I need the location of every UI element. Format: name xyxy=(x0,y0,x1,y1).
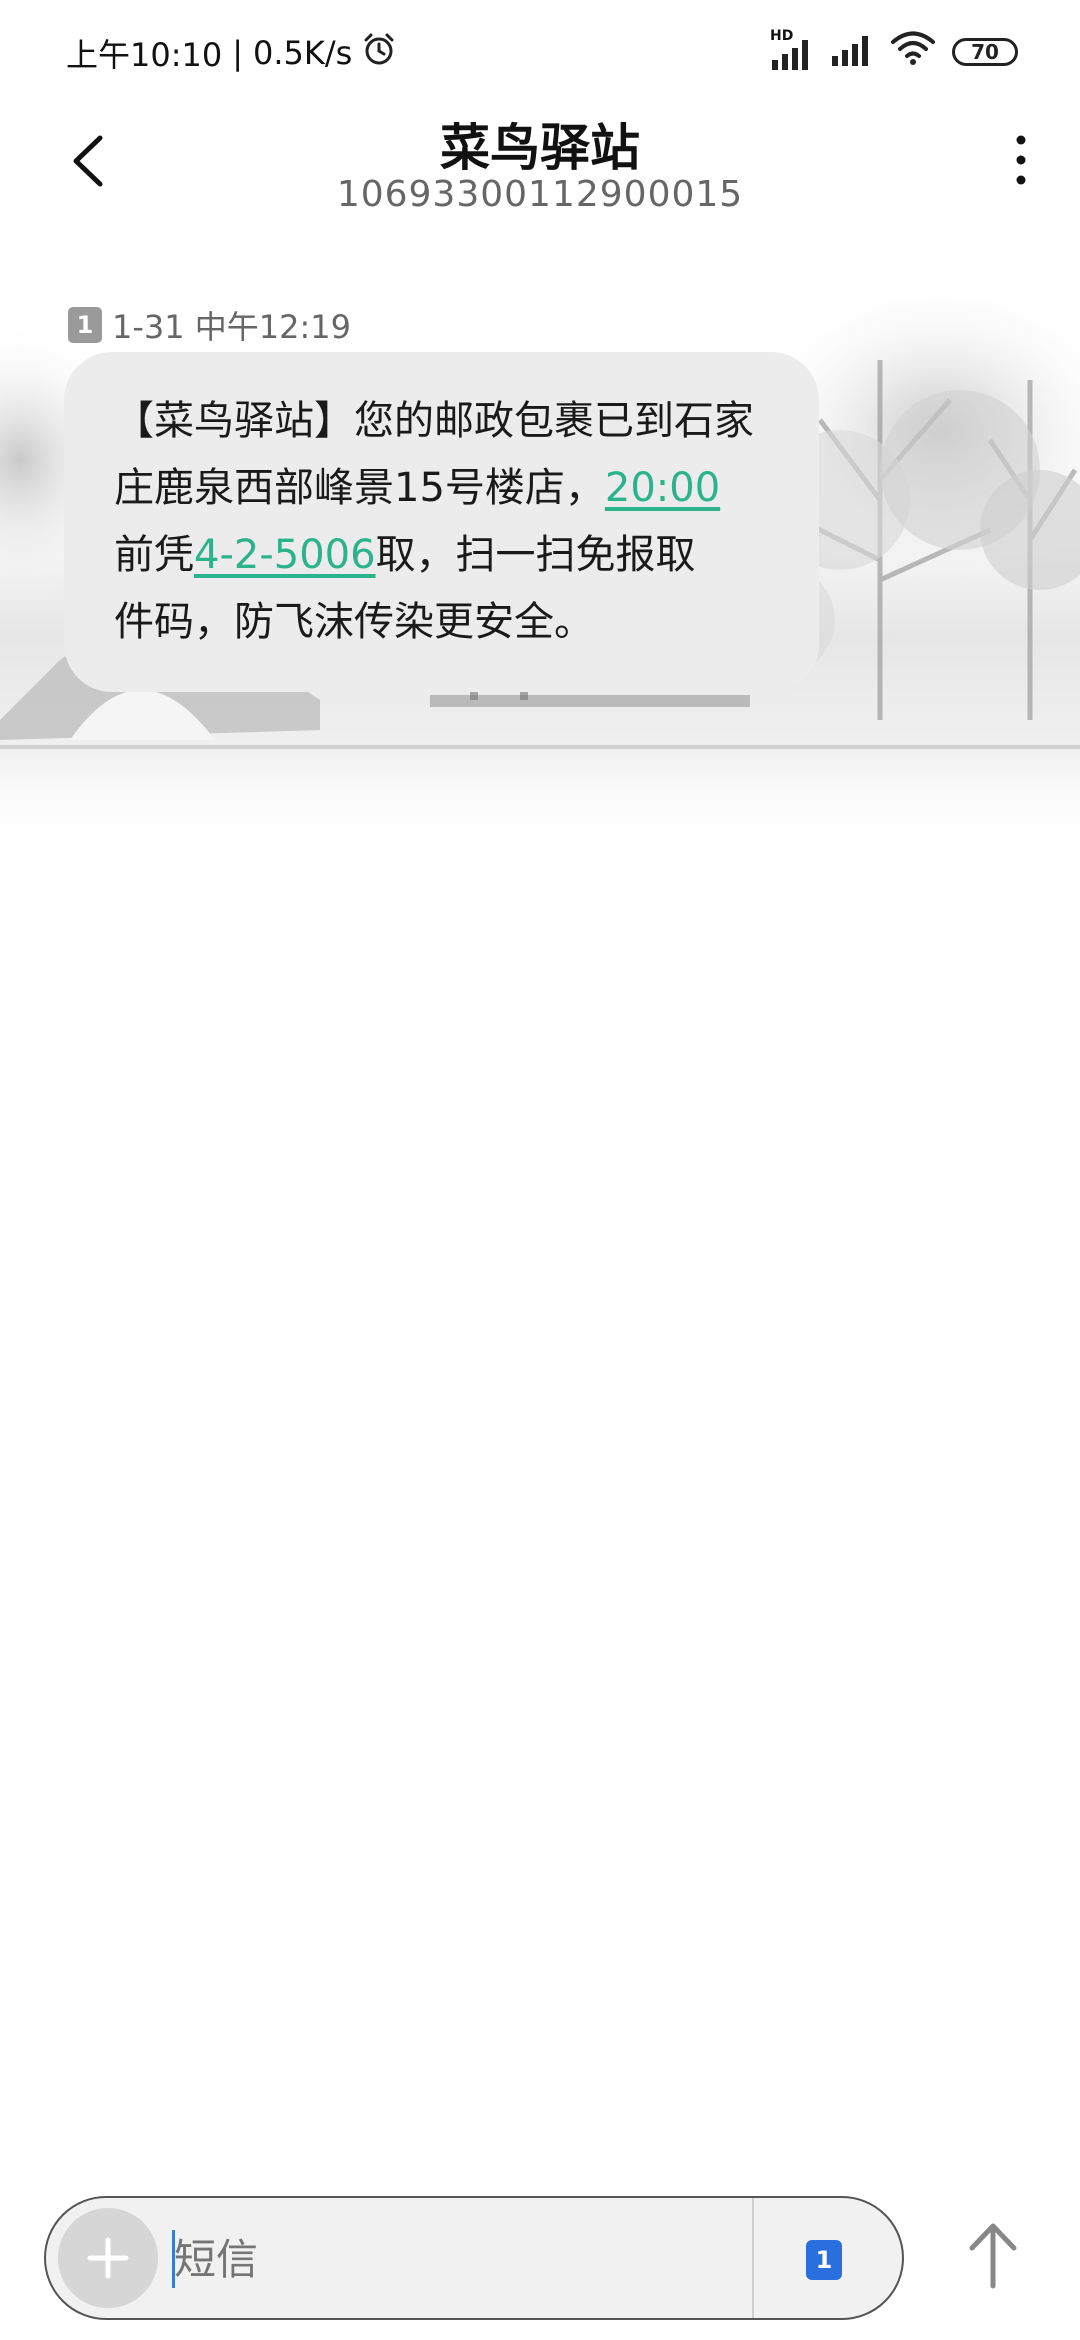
composer-divider xyxy=(752,2198,754,2318)
sim-card-badge: 1 xyxy=(68,307,102,343)
more-vertical-icon xyxy=(1016,135,1026,185)
message-meta: 1 1-31 中午12:19 xyxy=(68,302,351,348)
send-button[interactable] xyxy=(958,2216,1028,2296)
text-caret xyxy=(172,2230,175,2288)
message-line-3: 前凭4-2-5006取，扫一扫免报取 xyxy=(114,522,769,589)
add-attachment-button[interactable] xyxy=(58,2208,158,2308)
send-arrow-icon xyxy=(969,2223,1017,2289)
message-timestamp: 1-31 中午12:19 xyxy=(112,308,352,346)
plus-icon xyxy=(87,2237,129,2279)
sms-input[interactable] xyxy=(172,2218,696,2300)
time-link[interactable]: 20:00 xyxy=(605,465,720,511)
status-separator: | xyxy=(232,34,244,72)
status-time: 上午10:10 xyxy=(66,36,223,74)
sms-conversation-screen: 上午10:10 | 0.5K/s HD 70 菜鸟驿站 106933001129… xyxy=(0,0,1080,2340)
message-line-2-text: 庄鹿泉西部峰景15号楼店， xyxy=(114,465,605,511)
message-line-2: 庄鹿泉西部峰景15号楼店，20:00 xyxy=(114,455,769,522)
hd-signal-icon: HD xyxy=(770,28,814,72)
conversation-header: 菜鸟驿站 10693300112900015 xyxy=(0,100,1080,230)
status-bar: 上午10:10 | 0.5K/s HD 70 xyxy=(0,0,1080,100)
status-left: 上午10:10 | 0.5K/s xyxy=(66,30,396,76)
status-right: HD 70 xyxy=(770,28,1018,76)
more-options-button[interactable] xyxy=(1006,130,1036,190)
sim-select-button[interactable]: 1 xyxy=(806,2240,842,2280)
message-line-3-pre: 前凭 xyxy=(114,532,194,578)
alarm-icon xyxy=(362,32,396,74)
message-composer: 1 xyxy=(44,2196,904,2320)
network-speed: 0.5K/s xyxy=(253,34,353,72)
contact-number: 10693300112900015 xyxy=(336,174,744,215)
contact-name: 菜鸟驿站 xyxy=(440,119,640,177)
message-line-4: 件码，防飞沫传染更安全。 xyxy=(114,599,594,645)
battery-indicator: 70 xyxy=(952,38,1018,66)
signal-icon xyxy=(830,28,874,76)
message-line-1: 【菜鸟驿站】您的邮政包裹已到石家 xyxy=(114,398,754,444)
wifi-icon xyxy=(890,29,936,75)
message-bubble[interactable]: 【菜鸟驿站】您的邮政包裹已到石家 庄鹿泉西部峰景15号楼店，20:00 前凭4-… xyxy=(64,352,819,692)
pickup-code-link[interactable]: 4-2-5006 xyxy=(194,532,376,578)
message-line-3-post: 取，扫一扫免报取 xyxy=(375,532,696,578)
hd-label: HD xyxy=(770,28,794,44)
